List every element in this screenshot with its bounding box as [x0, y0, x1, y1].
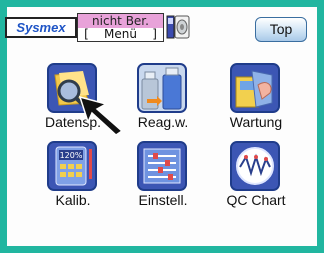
menu-tile-maintenance[interactable]: Wartung — [230, 63, 296, 130]
menu-label: Kalib. — [55, 192, 91, 208]
menu-tile-settings[interactable]: Einstell. — [137, 141, 203, 208]
menu-label: Einstell. — [138, 192, 188, 208]
sysmex-logo: Sysmex — [5, 17, 77, 38]
menu-tile-calibration[interactable]: 120% Kalib. — [47, 141, 113, 208]
status-box: nicht Ber. [ Menü ] — [77, 13, 164, 42]
menu-label: QC Chart — [226, 192, 286, 208]
svg-text:120%: 120% — [60, 151, 83, 160]
reagent-bottles-icon — [137, 63, 187, 113]
settings-list-icon — [137, 141, 187, 191]
calibration-icon: 120% — [47, 141, 97, 191]
top-button[interactable]: Top — [255, 17, 307, 42]
qc-chart-icon — [230, 141, 280, 191]
menu-tile-reagents[interactable]: Reag.w. — [137, 63, 203, 130]
menu-label: Reag.w. — [137, 114, 189, 130]
menu-tile-qc-chart[interactable]: QC Chart — [226, 141, 296, 208]
screen-name: [ Menü ] — [84, 27, 157, 41]
maintenance-icon — [230, 63, 280, 113]
mouse-pointer-icon — [78, 95, 124, 135]
menu-label: Wartung — [229, 114, 283, 130]
reagent-roll-icon[interactable] — [166, 14, 190, 42]
status-text: nicht Ber. — [78, 14, 163, 28]
